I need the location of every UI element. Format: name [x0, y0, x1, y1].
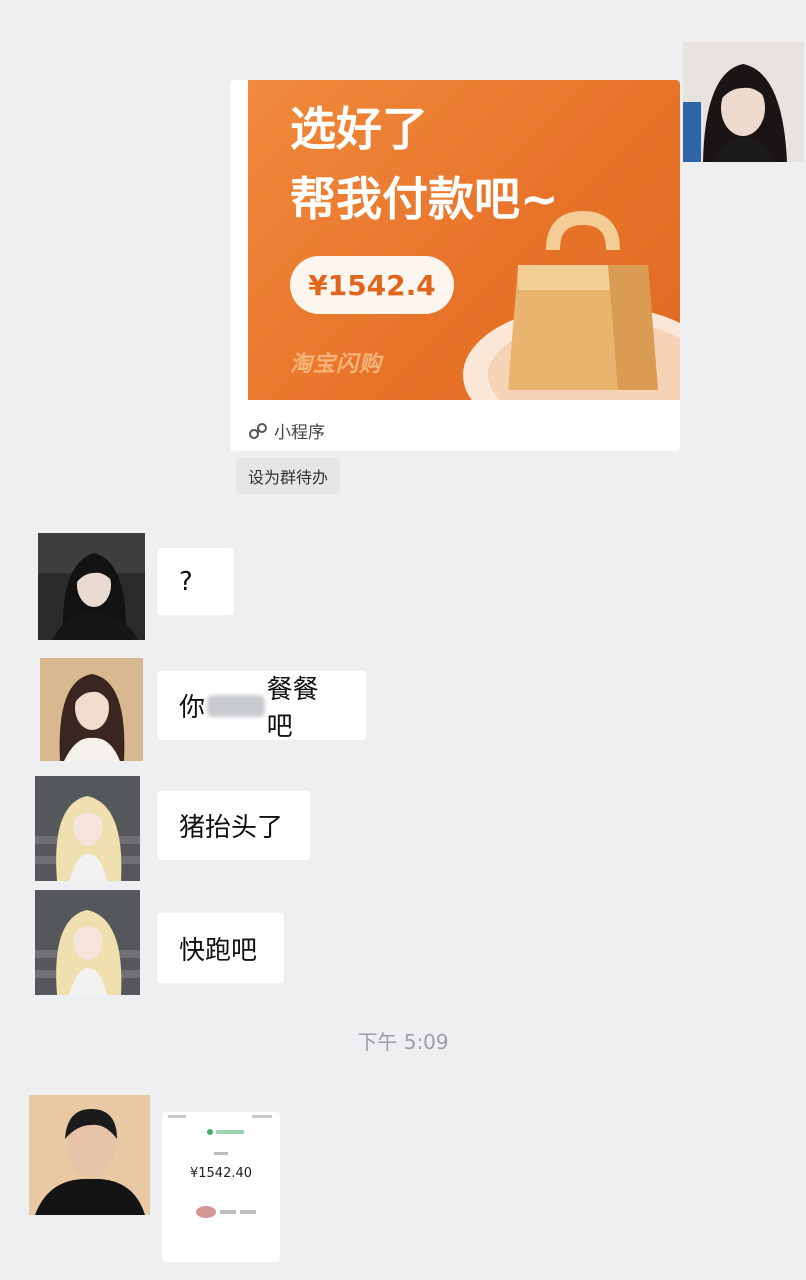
price-pill: ¥1542.4: [290, 256, 454, 314]
mini-program-label: 小程序: [274, 423, 325, 443]
avatar-image: [40, 658, 143, 761]
mini-program-footer: 小程序: [248, 418, 325, 443]
avatar-member-2[interactable]: [40, 658, 143, 761]
avatar-image: [29, 1095, 150, 1215]
timestamp: 下午 5:09: [357, 1030, 449, 1054]
avatar-member-4[interactable]: [29, 1095, 150, 1215]
avatar-image: [683, 42, 804, 162]
message-bubble[interactable]: ?: [157, 548, 234, 615]
payment-amount: ¥1542.40: [189, 1166, 253, 1181]
avatar-image: [35, 890, 140, 995]
mini-program-icon: [249, 422, 267, 439]
shopping-bag-icon: [508, 210, 658, 390]
message-bubble[interactable]: 快跑吧: [157, 913, 284, 983]
message-text: 猪抬头了: [179, 813, 284, 843]
brand-label: 淘宝闪购: [290, 352, 383, 377]
avatar-member-3[interactable]: [35, 776, 140, 881]
message-bubble[interactable]: 你 餐餐吧: [157, 671, 366, 742]
message-bubble[interactable]: 猪抬头了: [157, 791, 310, 860]
avatar-sender[interactable]: [683, 42, 804, 162]
avatar-member-1[interactable]: [38, 533, 145, 640]
message-text: ?: [179, 566, 193, 597]
set-group-todo-button[interactable]: 设为群待办: [236, 458, 341, 494]
redacted-text: [207, 694, 265, 717]
mini-program-card[interactable]: 选好了 帮我付款吧~ ¥1542.4 淘宝闪购 小程序: [230, 80, 680, 451]
payment-screenshot-graphic: [162, 1112, 280, 1262]
avatar-image: [38, 533, 145, 640]
payment-screenshot-image[interactable]: ¥1542.40: [162, 1112, 280, 1262]
avatar-image: [35, 776, 140, 881]
message-text: 快跑吧: [179, 935, 258, 966]
message-text-before: 你: [179, 693, 206, 723]
mini-program-banner: 选好了 帮我付款吧~ ¥1542.4 淘宝闪购: [248, 80, 680, 400]
message-text-after: 餐餐吧: [266, 674, 319, 742]
avatar-member-3[interactable]: [35, 890, 140, 995]
